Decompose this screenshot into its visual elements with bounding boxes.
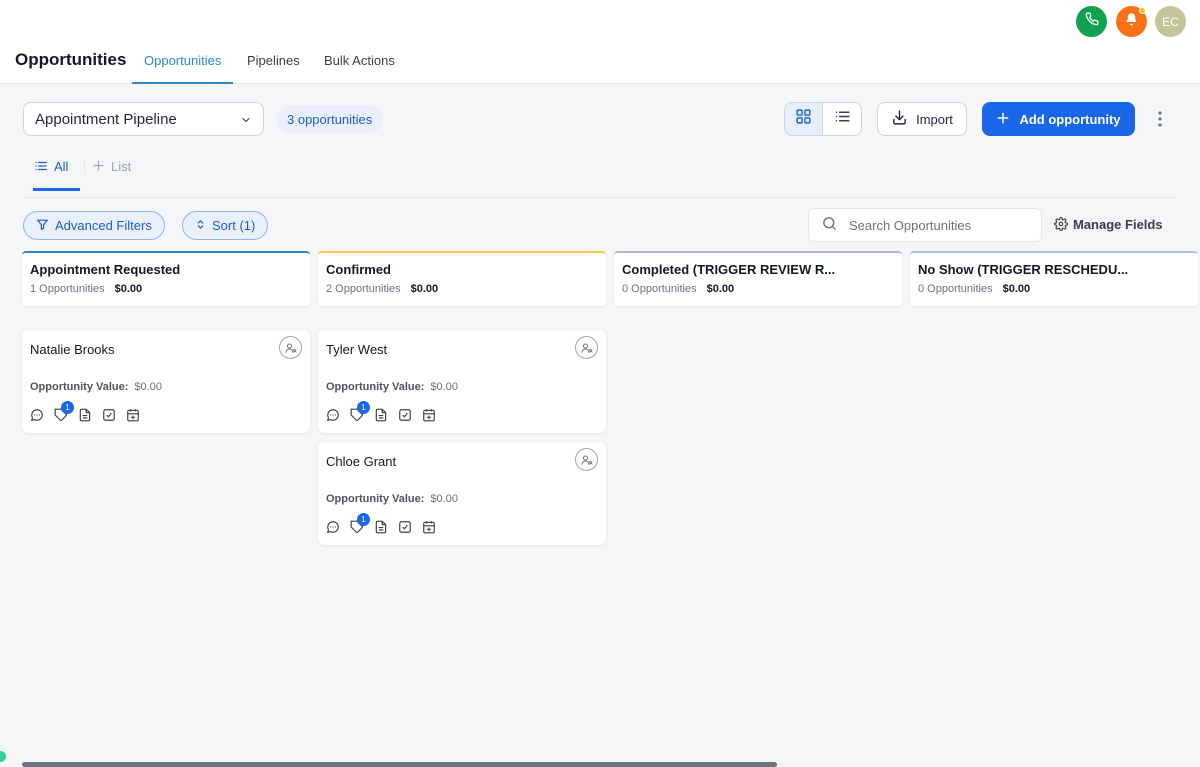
grid-view-button[interactable] [785, 103, 824, 135]
assign-user-icon[interactable] [575, 448, 598, 471]
notifications-button[interactable] [1116, 6, 1147, 37]
list-bullets-icon [34, 159, 48, 188]
stage-count: 1 Opportunities [30, 283, 105, 295]
stage-title: Completed (TRIGGER REVIEW R... [622, 262, 836, 277]
import-button[interactable]: Import [877, 102, 967, 136]
stage-total: $0.00 [1002, 283, 1031, 295]
page-title: Opportunities [15, 50, 127, 69]
stage-column-header: Confirmed 2 Opportunities $0.00 [318, 251, 606, 306]
calendar-icon[interactable] [422, 408, 436, 422]
search-placeholder: Search Opportunities [849, 217, 972, 233]
advanced-filters-label: Advanced Filters [55, 218, 152, 233]
tag-icon[interactable]: 1 [54, 401, 74, 422]
tab-pipelines[interactable]: Pipelines [247, 53, 300, 84]
card-name: Chloe Grant [326, 454, 397, 469]
subtab-add-list[interactable]: List [84, 159, 131, 175]
opportunities-count-badge: 3 opportunities [276, 105, 384, 133]
plus-icon [92, 159, 105, 175]
value-label: Opportunity Value: [326, 381, 425, 393]
grid-icon [795, 108, 812, 130]
assign-user-icon[interactable] [575, 336, 598, 359]
opportunity-card[interactable]: Tyler West Opportunity Value: $0.00 1 [318, 330, 606, 433]
stage-title: No Show (TRIGGER RESCHEDU... [918, 262, 1129, 277]
list-view-button[interactable] [823, 103, 861, 135]
checkbox-icon[interactable] [398, 408, 412, 422]
stage-title: Appointment Requested [30, 262, 181, 277]
stage-title: Confirmed [326, 262, 391, 277]
phone-icon [1085, 12, 1099, 31]
tab-bulk-actions[interactable]: Bulk Actions [324, 53, 395, 84]
checkbox-icon[interactable] [398, 520, 412, 534]
chat-icon[interactable] [326, 408, 340, 422]
tab-opportunities[interactable]: Opportunities [132, 53, 234, 84]
plus-icon [996, 111, 1010, 128]
value-amount: $0.00 [430, 381, 458, 393]
stage-total: $0.00 [706, 283, 735, 295]
tag-icon[interactable]: 1 [350, 513, 370, 534]
card-name: Natalie Brooks [30, 342, 115, 357]
tag-count-badge: 1 [357, 513, 370, 526]
value-amount: $0.00 [430, 493, 458, 505]
notification-dot [1139, 7, 1146, 14]
document-icon[interactable] [374, 520, 388, 534]
assign-user-icon[interactable] [279, 336, 302, 359]
stage-column-header: Appointment Requested 1 Opportunities $0.… [22, 251, 310, 306]
bell-icon [1124, 12, 1139, 32]
document-icon[interactable] [374, 408, 388, 422]
sort-label: Sort (1) [212, 218, 256, 233]
horizontal-scrollbar[interactable] [22, 762, 777, 767]
stage-total: $0.00 [410, 283, 439, 295]
more-options-icon[interactable] [1153, 110, 1167, 133]
sort-icon [195, 218, 206, 234]
search-input[interactable]: Search Opportunities [808, 208, 1042, 242]
download-icon [891, 109, 908, 129]
add-opportunity-label: Add opportunity [1019, 111, 1121, 127]
chevron-down-icon [240, 113, 252, 130]
phone-button[interactable] [1076, 6, 1107, 37]
filter-icon [36, 218, 49, 234]
manage-fields-button[interactable]: Manage Fields [1054, 217, 1163, 234]
subtab-all-label: All [54, 159, 69, 174]
import-label: Import [916, 111, 953, 127]
view-toggle [784, 102, 862, 136]
stage-count: 2 Opportunities [326, 283, 401, 295]
checkbox-icon[interactable] [102, 408, 116, 422]
status-dot [0, 751, 6, 762]
sort-button[interactable]: Sort (1) [182, 211, 269, 240]
search-icon [821, 215, 838, 235]
list-icon [834, 108, 851, 130]
subtab-all[interactable]: All [33, 159, 80, 191]
divider [22, 197, 1178, 198]
chat-icon[interactable] [326, 520, 340, 534]
avatar[interactable]: EC [1155, 6, 1186, 37]
top-bar: Opportunities Opportunities Pipelines Bu… [0, 0, 1200, 84]
pipeline-select[interactable]: Appointment Pipeline [23, 102, 264, 136]
advanced-filters-button[interactable]: Advanced Filters [23, 211, 165, 240]
stage-count: 0 Opportunities [622, 283, 697, 295]
document-icon[interactable] [78, 408, 92, 422]
tag-icon[interactable]: 1 [350, 401, 370, 422]
stage-count: 0 Opportunities [918, 283, 993, 295]
subtab-list-label: List [111, 159, 132, 174]
opportunity-card[interactable]: Chloe Grant Opportunity Value: $0.00 1 [318, 442, 606, 545]
pipeline-select-value: Appointment Pipeline [35, 110, 177, 128]
calendar-icon[interactable] [126, 408, 140, 422]
opportunity-card[interactable]: Natalie Brooks Opportunity Value: $0.00 1 [22, 330, 310, 433]
value-label: Opportunity Value: [326, 493, 425, 505]
tag-count-badge: 1 [357, 401, 370, 414]
manage-fields-label: Manage Fields [1073, 217, 1163, 232]
stage-total: $0.00 [114, 283, 143, 295]
calendar-icon[interactable] [422, 520, 436, 534]
stage-column-header: No Show (TRIGGER RESCHEDU... 0 Opportuni… [910, 251, 1198, 306]
tag-count-badge: 1 [61, 401, 74, 414]
card-name: Tyler West [326, 342, 388, 357]
add-opportunity-button[interactable]: Add opportunity [982, 102, 1135, 136]
value-amount: $0.00 [134, 381, 162, 393]
stage-column-header: Completed (TRIGGER REVIEW R... 0 Opportu… [614, 251, 902, 306]
chat-icon[interactable] [30, 408, 44, 422]
gear-icon [1054, 217, 1068, 234]
value-label: Opportunity Value: [30, 381, 129, 393]
